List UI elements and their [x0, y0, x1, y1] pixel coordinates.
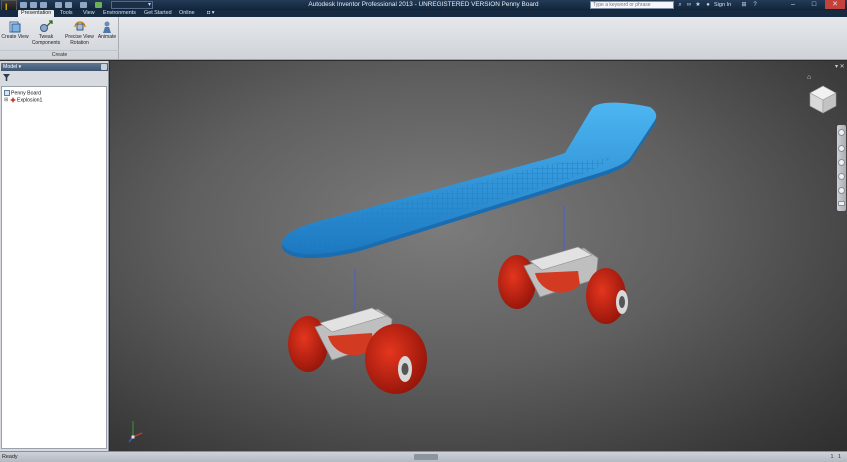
wheel[interactable] [498, 255, 536, 309]
tree-item-penny-board[interactable]: Penny Board [4, 90, 41, 97]
close-button[interactable]: ✕ [825, 0, 845, 9]
penny-board-model[interactable] [110, 61, 847, 451]
create-view-icon [9, 21, 21, 33]
tweak-components-button[interactable]: Tweak Components [30, 20, 62, 46]
wheel[interactable] [365, 324, 427, 394]
tab-view[interactable]: View [80, 10, 98, 17]
browser-search-icon[interactable] [101, 64, 107, 70]
tab-environments[interactable]: Environments [100, 10, 139, 17]
maximize-button[interactable]: □ [804, 0, 824, 9]
ribbon: Create View Tweak Components Precise Vie… [0, 17, 847, 60]
status-bar: Ready 1 1 [0, 451, 847, 462]
deck[interactable] [282, 102, 657, 259]
filter-icon[interactable] [3, 74, 10, 81]
graphics-viewport[interactable]: ▾ ✕ ⌂ [110, 61, 847, 451]
search-icon[interactable]: ⌕ [676, 1, 684, 9]
browser-tree: Penny Board ⊞ Explosion1 [1, 86, 107, 449]
tab-online[interactable]: Online [176, 10, 198, 17]
model-browser: Model ▾ Penny Board ⊞ Explosion1 [0, 61, 109, 451]
user-icon: ● [706, 2, 710, 8]
tab-tools[interactable]: Tools [57, 10, 76, 17]
create-panel: Create View Tweak Components Precise Vie… [0, 17, 119, 59]
panel-label-create: Create [0, 50, 119, 58]
create-view-button[interactable]: Create View [1, 20, 29, 41]
pan-icon[interactable] [838, 145, 845, 152]
navbar-menu-icon[interactable] [838, 201, 845, 206]
document-tab[interactable] [414, 454, 438, 460]
cart-icon[interactable]: ⊞ [740, 1, 748, 9]
home-view-icon[interactable]: ⌂ [807, 74, 811, 81]
presentation-file-icon [4, 90, 10, 96]
viewcube[interactable] [807, 83, 839, 115]
look-at-icon[interactable] [838, 187, 845, 194]
front-truck-assembly[interactable] [288, 307, 427, 394]
steering-wheel-icon[interactable] [838, 129, 845, 136]
star-icon[interactable]: ★ [694, 1, 702, 9]
explosion-icon [10, 97, 16, 103]
animate-icon [103, 21, 111, 33]
precise-view-rotation-icon [73, 21, 86, 31]
tab-presentation[interactable]: Presentation [18, 10, 55, 17]
sign-in-link[interactable]: Sign In [714, 1, 731, 9]
tree-item-explosion1[interactable]: ⊞ Explosion1 [4, 97, 42, 104]
help-search-input[interactable] [590, 1, 674, 9]
browser-model-dropdown[interactable]: Model ▾ [3, 63, 21, 71]
title-bar: I Autodesk Inventor Professional 2013 - … [0, 0, 847, 14]
ribbon-tab-bar: Presentation Tools View Environments Get… [0, 10, 847, 17]
help-icon[interactable]: ? [751, 1, 759, 9]
binoculars-icon[interactable]: ∞ [685, 1, 693, 9]
zoom-icon[interactable] [838, 159, 845, 166]
animate-button[interactable]: Animate [96, 20, 118, 41]
navigation-bar [837, 125, 846, 211]
ribbon-options-button[interactable]: ◘ ▾ [204, 10, 217, 17]
rear-truck-assembly[interactable] [498, 246, 628, 324]
status-counters: 1 1 [830, 454, 842, 460]
tweak-components-icon [40, 20, 53, 32]
tab-get-started[interactable]: Get Started [141, 10, 175, 17]
viewport-window-buttons[interactable]: ▾ ✕ [835, 63, 845, 70]
orbit-icon[interactable] [838, 173, 845, 180]
status-text: Ready [2, 454, 18, 460]
precise-view-rotation-button[interactable]: Precise View Rotation [63, 20, 96, 46]
coordinate-triad-icon [128, 421, 143, 443]
minimize-button[interactable]: – [783, 0, 803, 9]
browser-header: Model ▾ [1, 63, 108, 71]
